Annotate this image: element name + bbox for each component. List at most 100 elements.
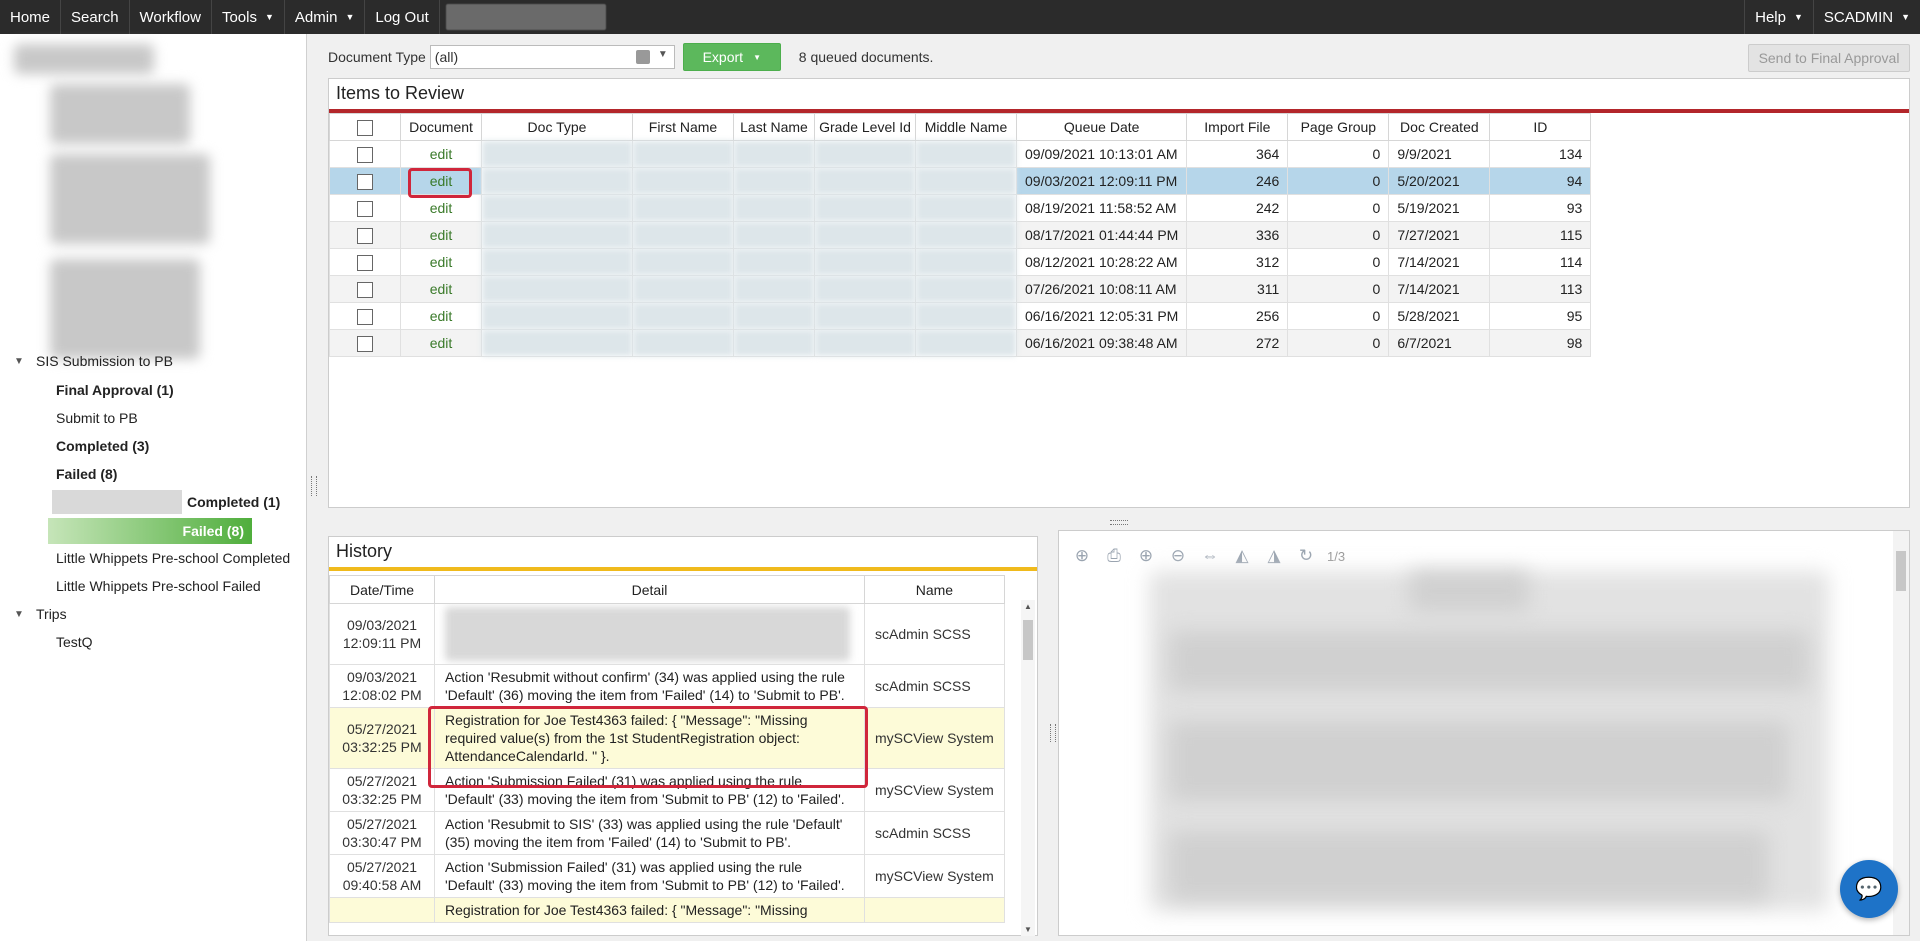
row-checkbox[interactable] [357, 200, 373, 217]
tree-subitem-failed-selected[interactable]: Failed (8) [48, 518, 252, 544]
add-page-icon[interactable]: ⊕ [1071, 545, 1093, 567]
table-row[interactable]: edit 09/03/2021 12:09:11 PM 246 0 5/20/2021 9… [329, 167, 1592, 195]
chevron-down-icon[interactable]: ▼ [658, 49, 668, 60]
row-checkbox[interactable] [357, 335, 373, 352]
edit-link[interactable]: edit [400, 221, 482, 249]
row-checkbox[interactable] [357, 146, 373, 163]
col-header[interactable]: Import File [1186, 113, 1289, 141]
print-icon[interactable]: ⎙ [1103, 545, 1125, 567]
nav-user-menu[interactable]: SCADMIN ▼ [1812, 0, 1920, 34]
history-row[interactable]: 09/03/2021 12:09:11 PM scAdmin SCSS [329, 603, 1005, 665]
queue-date-cell: 08/19/2021 11:58:52 AM [1015, 194, 1188, 222]
nav-search[interactable]: Search [61, 0, 130, 34]
checkbox-cell[interactable] [329, 248, 401, 276]
history-row[interactable]: 05/27/2021 09:40:58 AM Action 'Submission … [329, 854, 1005, 898]
nav-home[interactable]: Home [0, 0, 62, 34]
tree-item-submit-to-pb[interactable]: Submit to PB [56, 406, 138, 430]
history-row[interactable]: 09/03/2021 12:08:02 PM Action 'Resubmit wi… [329, 664, 1005, 708]
flip-vertical-icon[interactable]: ◮ [1263, 545, 1285, 567]
zoom-in-icon[interactable]: ⊕ [1135, 545, 1157, 567]
panel-splitter[interactable] [1110, 520, 1128, 525]
chat-button[interactable]: 💬 [1840, 860, 1898, 918]
checkbox-cell[interactable] [329, 221, 401, 249]
col-header[interactable]: Doc Created [1388, 113, 1491, 141]
table-row[interactable]: edit 07/26/2021 10:08:11 AM 311 0 7/14/2021 1… [329, 275, 1592, 303]
col-header[interactable]: Queue Date [1015, 113, 1188, 141]
edit-link[interactable]: edit [400, 140, 482, 168]
tree-item-completed[interactable]: Completed (3) [56, 434, 149, 458]
tree-item-pre-school-failed[interactable]: Little Whippets Pre-school Failed [56, 574, 261, 598]
rotate-icon[interactable]: ↻ [1295, 545, 1317, 567]
table-row[interactable]: edit 09/09/2021 10:13:01 AM 364 0 9/9/2021 13… [329, 140, 1592, 168]
col-header[interactable]: Document [400, 113, 482, 141]
col-header[interactable]: Name [864, 575, 1005, 604]
row-checkbox[interactable] [357, 227, 373, 244]
nav-workflow[interactable]: Workflow [130, 0, 212, 34]
tree-item-pre-school-completed[interactable]: Little Whippets Pre-school Completed [56, 546, 290, 570]
export-button[interactable]: Export ▼ [682, 43, 781, 71]
table-row[interactable]: edit 08/17/2021 01:44:44 PM 336 0 7/27/2021 1… [329, 221, 1592, 249]
fit-width-icon[interactable]: ⇔ [1199, 545, 1221, 567]
select-all-header[interactable] [329, 113, 401, 141]
filter-icon[interactable] [635, 50, 650, 64]
tree-item-final-approval[interactable]: Final Approval (1) [56, 378, 174, 402]
edit-link[interactable]: edit [400, 302, 482, 330]
tree-group-trips[interactable]: ▼ Trips [14, 602, 67, 626]
nav-admin[interactable]: Admin ▼ [285, 0, 366, 34]
tree-item-failed[interactable]: Failed (8) [56, 462, 117, 486]
zoom-out-icon[interactable]: ⊖ [1167, 545, 1189, 567]
col-header[interactable]: Grade Level Id [814, 113, 916, 141]
scroll-down-icon[interactable]: ▼ [1024, 925, 1032, 934]
row-checkbox[interactable] [357, 254, 373, 271]
nav-logout[interactable]: Log Out [365, 0, 440, 34]
edit-link[interactable]: edit [400, 248, 482, 276]
expand-triangle-icon[interactable]: ▼ [14, 356, 28, 367]
send-to-final-approval-button[interactable]: Send to Final Approval [1748, 44, 1910, 72]
col-header[interactable]: Detail [434, 575, 865, 604]
scroll-thumb[interactable] [1896, 551, 1906, 591]
flip-horizontal-icon[interactable]: ◭ [1231, 545, 1253, 567]
col-header[interactable]: Date/Time [329, 575, 435, 604]
edit-link[interactable]: edit [400, 275, 482, 303]
table-row[interactable]: edit 06/16/2021 09:38:48 AM 272 0 6/7/2021 98 [329, 329, 1592, 357]
col-header[interactable]: First Name [632, 113, 734, 141]
col-header[interactable]: Last Name [733, 113, 815, 141]
col-header[interactable]: ID [1489, 113, 1592, 141]
history-scrollbar[interactable]: ▲ ▼ [1021, 600, 1035, 936]
viewer-scrollbar[interactable] [1893, 531, 1909, 935]
col-header[interactable]: Doc Type [481, 113, 633, 141]
edit-link[interactable]: edit [400, 194, 482, 222]
expand-triangle-icon[interactable]: ▼ [14, 609, 28, 620]
nav-tools[interactable]: Tools ▼ [212, 0, 285, 34]
scroll-thumb[interactable] [1023, 620, 1033, 660]
row-checkbox[interactable] [357, 173, 373, 190]
checkbox-cell[interactable] [329, 140, 401, 168]
checkbox-cell[interactable] [329, 194, 401, 222]
col-header[interactable]: Page Group [1287, 113, 1390, 141]
tree-subitem-completed[interactable]: Completed (1) [187, 490, 280, 514]
checkbox-cell[interactable] [329, 167, 401, 195]
table-row[interactable]: edit 08/12/2021 10:28:22 AM 312 0 7/14/2021 1… [329, 248, 1592, 276]
doc-type-select[interactable]: (all) ▼ [429, 45, 675, 69]
checkbox-cell[interactable] [329, 329, 401, 357]
table-row[interactable]: edit 06/16/2021 12:05:31 PM 256 0 5/28/2021 9… [329, 302, 1592, 330]
history-row[interactable]: Registration for Joe Test4363 failed: { … [329, 897, 1005, 923]
history-time: 03:32:25 PM [342, 739, 422, 755]
edit-link[interactable]: edit [400, 329, 482, 357]
checkbox-cell[interactable] [329, 275, 401, 303]
select-all-checkbox[interactable] [357, 119, 373, 136]
table-row[interactable]: edit 08/19/2021 11:58:52 AM 242 0 5/19/2021 9… [329, 194, 1592, 222]
queue-date-cell: 09/03/2021 12:09:11 PM [1015, 167, 1188, 195]
queue-date-cell: 08/12/2021 10:28:22 AM [1015, 248, 1188, 276]
nav-help[interactable]: Help ▼ [1744, 0, 1813, 34]
tree-item-testq[interactable]: TestQ [56, 630, 93, 654]
row-checkbox[interactable] [357, 281, 373, 298]
viewer-splitter[interactable] [1050, 724, 1056, 742]
checkbox-cell[interactable] [329, 302, 401, 330]
col-header[interactable]: Middle Name [915, 113, 1017, 141]
history-row[interactable]: 05/27/2021 03:30:47 PM Action 'Resubmit to… [329, 811, 1005, 855]
scroll-up-icon[interactable]: ▲ [1024, 602, 1032, 611]
tree-group-sis-submission[interactable]: ▼ SIS Submission to PB [14, 349, 173, 373]
row-checkbox[interactable] [357, 308, 373, 325]
sidebar-splitter[interactable] [311, 476, 317, 496]
